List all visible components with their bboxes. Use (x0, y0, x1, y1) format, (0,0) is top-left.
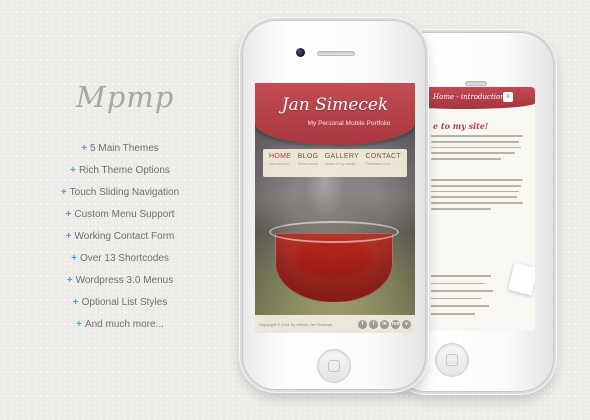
facebook-icon[interactable]: f (358, 319, 367, 329)
plus-icon: + (65, 231, 72, 242)
feature-item: + Wordpress 3.0 Menus (40, 270, 200, 292)
menu-label: BLOG (297, 153, 319, 160)
feature-item: + Optional List Styles (40, 292, 200, 314)
plus-icon: + (81, 143, 88, 154)
menu-item-contact[interactable]: CONTACT Feedback form (366, 153, 401, 177)
feature-item: + Rich Theme Options (40, 160, 200, 182)
feature-label: 5 Main Themes (90, 143, 159, 154)
site-name[interactable]: Jan Simecek (255, 95, 415, 115)
feature-item: + And much more... (40, 314, 200, 336)
feature-label: Rich Theme Options (78, 165, 170, 176)
feature-item: + Touch Sliding Navigation (40, 182, 200, 204)
site-banner: Jan Simecek My Personal Mobile Portfolio (255, 83, 415, 145)
menu-icon[interactable]: ≡ (503, 92, 513, 102)
feature-label: Custom Menu Support (74, 209, 175, 220)
front-phone: Jan Simecek My Personal Mobile Portfolio… (242, 20, 426, 390)
feature-item: + Over 13 Shortcodes (40, 248, 200, 270)
speaker-grille (317, 51, 355, 56)
menu-item-blog[interactable]: BLOG Select news (298, 153, 319, 177)
feature-label: Over 13 Shortcodes (79, 253, 169, 264)
menu-item-home[interactable]: HOME Introduction (269, 153, 291, 177)
menu-label: GALLERY (324, 153, 360, 160)
site-footer: Copyright © 2011 by eMonk Jan Simecek f … (255, 315, 415, 333)
front-phone-screen: Jan Simecek My Personal Mobile Portfolio… (255, 83, 415, 333)
plus-icon: + (72, 297, 79, 308)
menu-item-gallery[interactable]: GALLERY some of my works (325, 153, 359, 177)
feature-label: Wordpress 3.0 Menus (75, 275, 174, 286)
back-heading: e to my site! (433, 121, 489, 131)
social-icons: f t in rss v (358, 319, 411, 329)
menu-label: CONTACT (365, 153, 401, 160)
feature-label: Touch Sliding Navigation (69, 187, 180, 198)
plus-icon: + (60, 187, 67, 198)
menu-sublabel: Feedback form (365, 162, 391, 166)
feature-label: Working Contact Form (74, 231, 175, 242)
plus-icon: + (66, 275, 73, 286)
feature-list: +5 Main Themes + Rich Theme Options + Touc… (40, 138, 200, 336)
home-button[interactable] (317, 349, 351, 383)
vimeo-icon[interactable]: v (402, 319, 411, 329)
main-menu: HOME Introduction BLOG Select news GALLE… (263, 149, 407, 177)
copyright-text: Copyright © 2011 by eMonk Jan Simecek (259, 321, 333, 327)
camera-icon (296, 48, 305, 57)
plus-icon: + (71, 253, 77, 264)
menu-sublabel: Introduction (269, 162, 289, 166)
menu-sublabel: Select news (297, 162, 319, 166)
rss-icon[interactable]: rss (391, 319, 400, 329)
plus-icon: + (76, 319, 82, 330)
note-card (507, 262, 535, 296)
plus-icon: + (65, 209, 72, 220)
paragraph-lines (431, 179, 523, 214)
plus-icon: + (70, 165, 76, 176)
site-tagline: My Personal Mobile Portfolio (307, 120, 391, 127)
menu-label: HOME (269, 153, 292, 160)
menu-sublabel: some of my works (324, 162, 356, 166)
feature-item: + Working Contact Form (40, 226, 200, 248)
feature-label: Optional List Styles (81, 297, 168, 308)
feature-item: + Custom Menu Support (40, 204, 200, 226)
linkedin-icon[interactable]: in (380, 319, 389, 329)
speaker-grille (465, 81, 487, 86)
back-header-title: Home - introduction (433, 93, 505, 101)
twitter-icon[interactable]: t (369, 319, 378, 329)
home-button[interactable] (435, 343, 469, 377)
list-lines (431, 275, 495, 321)
logo: Mpmp (76, 80, 175, 114)
feature-label: And much more... (84, 319, 164, 330)
paragraph-lines (431, 135, 523, 164)
feature-item: +5 Main Themes (40, 138, 200, 160)
